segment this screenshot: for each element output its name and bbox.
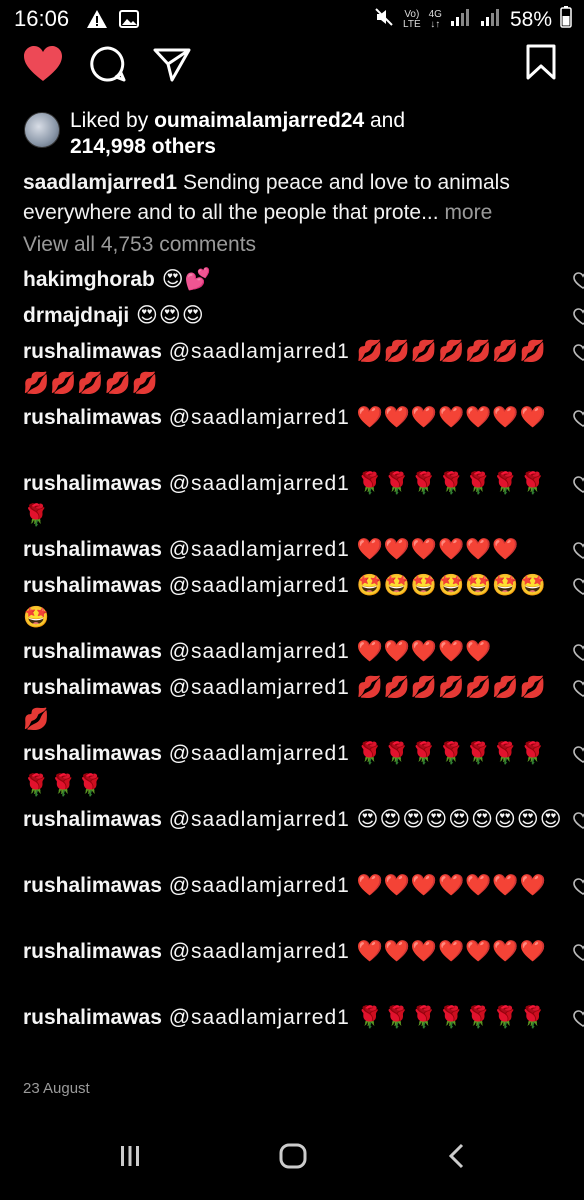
comment-like-heart-icon[interactable]: [573, 808, 584, 840]
comment-text: @saadlamjarred1 ❤️❤️❤️❤️❤️❤️❤️: [161, 874, 547, 897]
post-action-bar: [0, 44, 584, 92]
comment-username[interactable]: rushalimawas: [23, 538, 162, 561]
battery-percent: 58%: [509, 8, 552, 31]
likes-text[interactable]: Liked by oumaimalamjarred24 and 214,998 …: [70, 108, 405, 160]
comment-row: hakimghorab 😍💕: [23, 264, 584, 296]
signal-icon-2: [480, 8, 502, 32]
comment-username[interactable]: rushalimawas: [23, 406, 162, 429]
comment-text: 😍😍😍: [129, 304, 205, 327]
comment-row: rushalimawas @saadlamjarred1 💋💋💋💋💋💋💋💋💋💋💋…: [23, 336, 584, 400]
post-caption: saadlamjarred1 Sending peace and love to…: [23, 168, 563, 228]
comment-username[interactable]: hakimghorab: [23, 268, 155, 291]
liker-avatar[interactable]: [24, 112, 60, 148]
comment-like-heart-icon[interactable]: [573, 538, 584, 570]
comment-row: drmajdnaji 😍😍😍: [23, 300, 584, 332]
comment-text: @saadlamjarred1 ❤️❤️❤️❤️❤️❤️❤️: [161, 940, 547, 963]
comment-row: rushalimawas @saadlamjarred1 😍😍😍😍😍😍😍😍😍: [23, 804, 584, 836]
comment-username[interactable]: rushalimawas: [23, 742, 162, 765]
comment-row: rushalimawas @saadlamjarred1 🌹🌹🌹🌹🌹🌹🌹🌹: [23, 468, 584, 532]
comment-like-heart-icon[interactable]: [573, 640, 584, 672]
mute-icon: [373, 6, 395, 34]
comment-row: rushalimawas @saadlamjarred1 🤩🤩🤩🤩🤩🤩🤩🤩: [23, 570, 584, 634]
back-icon[interactable]: [444, 1142, 472, 1175]
image-icon: [118, 8, 140, 35]
battery-icon: [560, 6, 572, 34]
caption-more-link[interactable]: more: [439, 201, 492, 224]
comment-row: rushalimawas @saadlamjarred1 ❤️❤️❤️❤️❤️❤…: [23, 402, 584, 434]
comment-row: rushalimawas @saadlamjarred1 ❤️❤️❤️❤️❤️❤…: [23, 936, 584, 968]
comment-like-heart-icon[interactable]: [573, 676, 584, 708]
comment-like-heart-icon[interactable]: [573, 406, 584, 438]
comment-username[interactable]: rushalimawas: [23, 874, 162, 897]
signal-icon: [450, 8, 472, 32]
comment-text: @saadlamjarred1 ❤️❤️❤️❤️❤️❤️: [161, 538, 520, 561]
comment-row: rushalimawas @saadlamjarred1 🌹🌹🌹🌹🌹🌹🌹🌹🌹🌹: [23, 738, 584, 802]
view-all-comments-link[interactable]: View all 4,753 comments: [23, 233, 256, 257]
comment-text: @saadlamjarred1 🌹🌹🌹🌹🌹🌹🌹: [161, 1006, 547, 1029]
comment-text: @saadlamjarred1 ❤️❤️❤️❤️❤️❤️❤️: [161, 406, 547, 429]
comment-like-heart-icon[interactable]: [573, 940, 584, 972]
comment-like-heart-icon[interactable]: [573, 268, 584, 300]
recent-apps-icon[interactable]: [116, 1142, 144, 1175]
comment-row: rushalimawas @saadlamjarred1 ❤️❤️❤️❤️❤️: [23, 636, 584, 668]
comment-like-heart-icon[interactable]: [573, 472, 584, 504]
comment-like-heart-icon[interactable]: [573, 874, 584, 906]
comment-text: @saadlamjarred1 😍😍😍😍😍😍😍😍😍: [161, 808, 563, 831]
comment-username[interactable]: rushalimawas: [23, 1006, 162, 1029]
comment-row: rushalimawas @saadlamjarred1 ❤️❤️❤️❤️❤️❤…: [23, 870, 584, 902]
comment-username[interactable]: rushalimawas: [23, 940, 162, 963]
post-date: 23 August: [23, 1080, 90, 1097]
comment-row: rushalimawas @saadlamjarred1 💋💋💋💋💋💋💋💋: [23, 672, 584, 736]
comment-username[interactable]: rushalimawas: [23, 640, 162, 663]
warning-icon: [86, 8, 108, 35]
comment-like-heart-icon[interactable]: [573, 340, 584, 372]
likes-others-count[interactable]: 214,998 others: [70, 135, 216, 158]
caption-username[interactable]: saadlamjarred1: [23, 171, 177, 194]
comment-row: rushalimawas @saadlamjarred1 🌹🌹🌹🌹🌹🌹🌹: [23, 1002, 584, 1034]
system-navigation-bar: [0, 1120, 584, 1200]
save-bookmark-icon[interactable]: [524, 44, 558, 85]
comment-text: @saadlamjarred1 ❤️❤️❤️❤️❤️: [161, 640, 493, 663]
comment-row: rushalimawas @saadlamjarred1 ❤️❤️❤️❤️❤️❤…: [23, 534, 584, 566]
liked-by-username[interactable]: oumaimalamjarred24: [154, 109, 364, 132]
status-time: 16:06: [14, 6, 70, 31]
comment-like-heart-icon[interactable]: [573, 304, 584, 336]
comment-username[interactable]: rushalimawas: [23, 676, 162, 699]
share-send-icon[interactable]: [152, 44, 192, 89]
comment-text: 😍💕: [154, 268, 212, 291]
like-heart-icon[interactable]: [22, 44, 64, 89]
comment-username[interactable]: rushalimawas: [23, 472, 162, 495]
comment-like-heart-icon[interactable]: [573, 1006, 584, 1038]
network-4g-indicator: 4G ↓↑: [428, 9, 442, 30]
volte-indicator: Vo) LTE: [403, 9, 421, 30]
comment-username[interactable]: rushalimawas: [23, 574, 162, 597]
home-icon[interactable]: [278, 1142, 308, 1175]
comment-username[interactable]: rushalimawas: [23, 340, 162, 363]
comment-like-heart-icon[interactable]: [573, 742, 584, 774]
status-bar: 16:06 Vo) LTE 4G ↓↑ 58%: [0, 0, 584, 40]
comment-username[interactable]: rushalimawas: [23, 808, 162, 831]
comment-username[interactable]: drmajdnaji: [23, 304, 129, 327]
comment-like-heart-icon[interactable]: [573, 574, 584, 606]
comment-icon[interactable]: [88, 44, 128, 89]
